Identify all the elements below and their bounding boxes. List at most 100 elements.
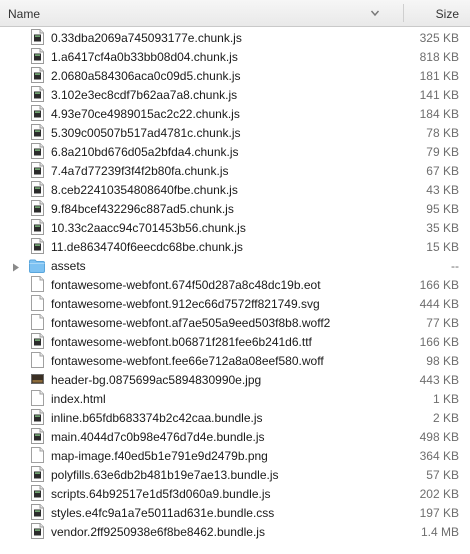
file-size: 166 KB xyxy=(419,335,459,349)
file-size: 202 KB xyxy=(419,487,459,501)
document-file-icon xyxy=(31,352,44,368)
file-row[interactable]: vendor.2ff9250938e6f8be8462.bundle.js 1.4… xyxy=(0,522,470,541)
file-name[interactable]: 3.102e3ec8cdf7b62aa7a8.chunk.js xyxy=(51,88,237,102)
file-size: 15 KB xyxy=(426,240,459,254)
file-size: 444 KB xyxy=(419,297,459,311)
file-name[interactable]: fontawesome-webfont.b06871f281fee6b241d6… xyxy=(51,335,312,349)
executable-file-icon xyxy=(31,29,44,45)
executable-file-icon xyxy=(31,105,44,121)
file-name[interactable]: fontawesome-webfont.674f50d287a8c48dc19b… xyxy=(51,278,321,292)
file-name[interactable]: fontawesome-webfont.912ec66d7572ff821749… xyxy=(51,297,320,311)
file-row[interactable]: 9.f84bcef432296c887ad5.chunk.js 95 KB xyxy=(0,199,470,218)
executable-file-icon xyxy=(31,333,44,349)
file-row[interactable]: 7.4a7d77239f3f4f2b80fa.chunk.js 67 KB xyxy=(0,161,470,180)
file-size: 325 KB xyxy=(419,31,459,45)
file-name[interactable]: fontawesome-webfont.fee66e712a8a08eef580… xyxy=(51,354,324,368)
file-row[interactable]: 2.0680a584306aca0c09d5.chunk.js 181 KB xyxy=(0,66,470,85)
file-name[interactable]: 6.8a210bd676d05a2bfda4.chunk.js xyxy=(51,145,239,159)
column-header-bar: Name Size xyxy=(0,0,470,27)
file-size: 197 KB xyxy=(419,506,459,520)
file-name[interactable]: inline.b65fdb683374b2c42caa.bundle.js xyxy=(51,411,263,425)
file-row[interactable]: index.html 1 KB xyxy=(0,389,470,408)
file-name[interactable]: header-bg.0875699ac5894830990e.jpg xyxy=(51,373,261,387)
file-size: 498 KB xyxy=(419,430,459,444)
file-size: 2 KB xyxy=(432,411,459,425)
document-file-icon xyxy=(31,276,44,292)
executable-file-icon xyxy=(31,200,44,216)
file-list: 0.33dba2069a745093177e.chunk.js 325 KB 1.a… xyxy=(0,28,470,541)
document-file-icon xyxy=(31,314,44,330)
file-row[interactable]: polyfills.63e6db2b481b19e7ae13.bundle.js… xyxy=(0,465,470,484)
sort-chevron-down-icon[interactable] xyxy=(370,8,380,18)
file-name[interactable]: assets xyxy=(51,259,86,273)
file-name[interactable]: main.4044d7c0b98e476d7d4e.bundle.js xyxy=(51,430,265,444)
file-name[interactable]: 2.0680a584306aca0c09d5.chunk.js xyxy=(51,69,241,83)
executable-file-icon xyxy=(31,181,44,197)
file-size: 78 KB xyxy=(426,126,459,140)
file-row[interactable]: 10.33c2aacc94c701453b56.chunk.js 35 KB xyxy=(0,218,470,237)
file-size: 57 KB xyxy=(426,468,459,482)
file-row[interactable]: 0.33dba2069a745093177e.chunk.js 325 KB xyxy=(0,28,470,47)
file-name[interactable]: scripts.64b92517e1d5f3d060a9.bundle.js xyxy=(51,487,271,501)
image-file-icon xyxy=(31,371,44,387)
file-name[interactable]: 5.309c00507b517ad4781c.chunk.js xyxy=(51,126,241,140)
file-size: 43 KB xyxy=(426,183,459,197)
file-size: 35 KB xyxy=(426,221,459,235)
file-name[interactable]: fontawesome-webfont.af7ae505a9eed503f8b8… xyxy=(51,316,330,330)
name-column-header[interactable]: Name xyxy=(8,7,40,21)
file-row[interactable]: 5.309c00507b517ad4781c.chunk.js 78 KB xyxy=(0,123,470,142)
executable-file-icon xyxy=(31,504,44,520)
document-file-icon xyxy=(31,447,44,463)
file-row[interactable]: 3.102e3ec8cdf7b62aa7a8.chunk.js 141 KB xyxy=(0,85,470,104)
file-name[interactable]: 1.a6417cf4a0b33bb08d04.chunk.js xyxy=(51,50,238,64)
executable-file-icon xyxy=(31,219,44,235)
file-row[interactable]: fontawesome-webfont.fee66e712a8a08eef580… xyxy=(0,351,470,370)
file-size: 443 KB xyxy=(419,373,459,387)
file-size: 77 KB xyxy=(426,316,459,330)
file-name[interactable]: map-image.f40ed5b1e791e9d2479b.png xyxy=(51,449,268,463)
file-size: 1 KB xyxy=(432,392,459,406)
folder-row[interactable]: assets -- xyxy=(0,256,470,275)
file-name[interactable]: 8.ceb22410354808640fbe.chunk.js xyxy=(51,183,238,197)
executable-file-icon xyxy=(31,143,44,159)
file-name[interactable]: 9.f84bcef432296c887ad5.chunk.js xyxy=(51,202,234,216)
file-size: -- xyxy=(451,259,459,273)
file-row[interactable]: 6.8a210bd676d05a2bfda4.chunk.js 79 KB xyxy=(0,142,470,161)
column-divider[interactable] xyxy=(403,4,404,22)
document-file-icon xyxy=(31,390,44,406)
file-name[interactable]: 11.de8634740f6eecdc68be.chunk.js xyxy=(51,240,243,254)
file-row[interactable]: 11.de8634740f6eecdc68be.chunk.js 15 KB xyxy=(0,237,470,256)
file-name[interactable]: styles.e4fc9a1a7e5011ad631e.bundle.css xyxy=(51,506,274,520)
file-size: 67 KB xyxy=(426,164,459,178)
executable-file-icon xyxy=(31,124,44,140)
file-row[interactable]: scripts.64b92517e1d5f3d060a9.bundle.js 20… xyxy=(0,484,470,503)
file-row[interactable]: fontawesome-webfont.912ec66d7572ff821749… xyxy=(0,294,470,313)
file-name[interactable]: 4.93e70ce4989015ac2c22.chunk.js xyxy=(51,107,240,121)
file-row[interactable]: 8.ceb22410354808640fbe.chunk.js 43 KB xyxy=(0,180,470,199)
file-row[interactable]: header-bg.0875699ac5894830990e.jpg 443 KB xyxy=(0,370,470,389)
executable-file-icon xyxy=(31,238,44,254)
file-name[interactable]: vendor.2ff9250938e6f8be8462.bundle.js xyxy=(51,525,265,539)
size-column-header[interactable]: Size xyxy=(436,7,459,21)
file-name[interactable]: polyfills.63e6db2b481b19e7ae13.bundle.js xyxy=(51,468,279,482)
executable-file-icon xyxy=(31,485,44,501)
file-row[interactable]: inline.b65fdb683374b2c42caa.bundle.js 2 K… xyxy=(0,408,470,427)
executable-file-icon xyxy=(31,409,44,425)
file-name[interactable]: index.html xyxy=(51,392,106,406)
file-row[interactable]: fontawesome-webfont.674f50d287a8c48dc19b… xyxy=(0,275,470,294)
file-name[interactable]: 10.33c2aacc94c701453b56.chunk.js xyxy=(51,221,246,235)
executable-file-icon xyxy=(31,162,44,178)
disclosure-triangle-icon[interactable] xyxy=(11,261,20,272)
file-size: 1.4 MB xyxy=(420,525,459,539)
file-row[interactable]: fontawesome-webfont.af7ae505a9eed503f8b8… xyxy=(0,313,470,332)
file-row[interactable]: main.4044d7c0b98e476d7d4e.bundle.js 498 K… xyxy=(0,427,470,446)
executable-file-icon xyxy=(31,86,44,102)
file-row[interactable]: fontawesome-webfont.b06871f281fee6b241d6… xyxy=(0,332,470,351)
file-row[interactable]: map-image.f40ed5b1e791e9d2479b.png 364 KB xyxy=(0,446,470,465)
file-size: 364 KB xyxy=(419,449,459,463)
file-row[interactable]: 4.93e70ce4989015ac2c22.chunk.js 184 KB xyxy=(0,104,470,123)
file-name[interactable]: 0.33dba2069a745093177e.chunk.js xyxy=(51,31,242,45)
file-row[interactable]: styles.e4fc9a1a7e5011ad631e.bundle.css 19… xyxy=(0,503,470,522)
file-row[interactable]: 1.a6417cf4a0b33bb08d04.chunk.js 818 KB xyxy=(0,47,470,66)
file-name[interactable]: 7.4a7d77239f3f4f2b80fa.chunk.js xyxy=(51,164,228,178)
